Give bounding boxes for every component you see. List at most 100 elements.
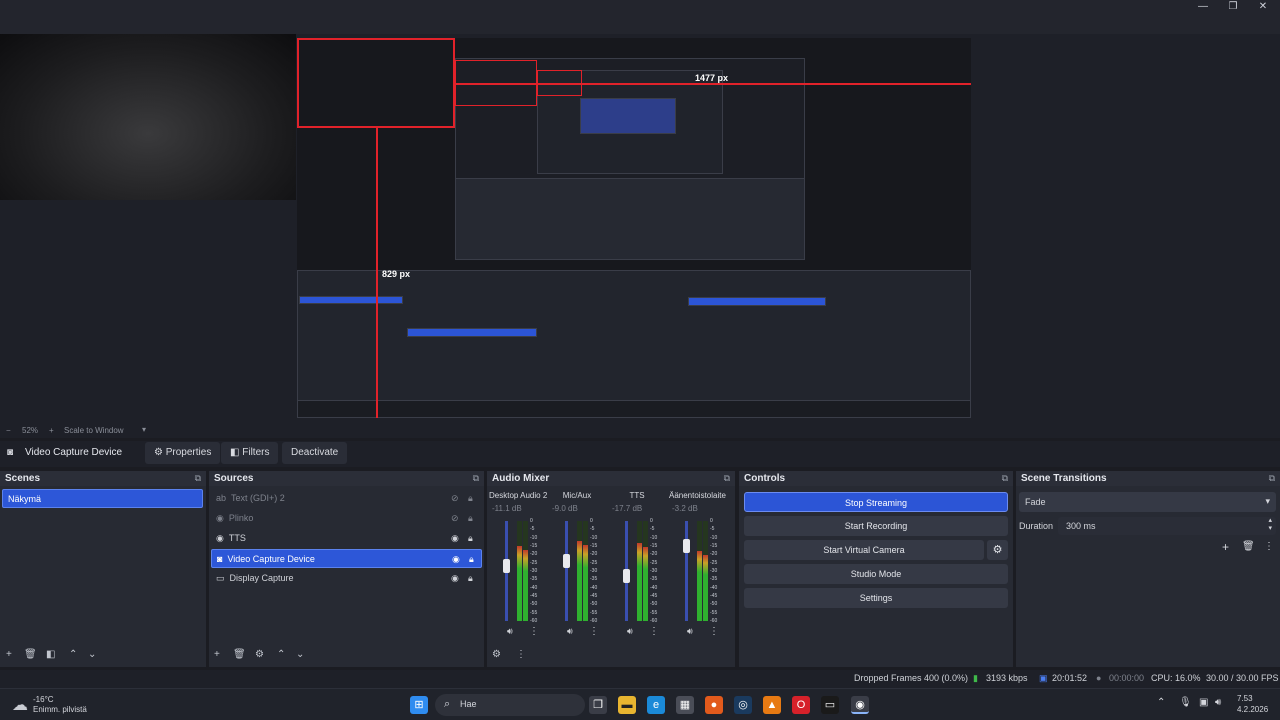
arrow-up-icon[interactable]: ⌃ [277,649,285,660]
windows-start-icon[interactable]: ⊞ [410,696,428,714]
source-item[interactable]: ▭ Display Capture ◉ 🔒︎ [211,569,482,588]
terminal-icon[interactable]: ▭ [821,696,839,714]
scale-tick-label: -40 [710,584,718,591]
fader-knob[interactable] [563,554,570,568]
eye-icon[interactable]: ◉ [451,569,459,588]
store-icon[interactable]: ▦ [676,696,694,714]
add-icon[interactable]: + [6,649,12,660]
menu-dots-icon[interactable]: ⋮ [516,649,526,660]
add-icon[interactable]: + [1222,540,1229,554]
preview-canvas[interactable]: 1477 px 829 px [297,38,971,418]
lock-icon[interactable]: 🔒︎ [468,529,473,548]
undock-icon[interactable]: ⧉ [473,471,479,486]
filters-button[interactable]: ◧ Filters [221,442,279,464]
task-view-icon[interactable]: ❐ [589,696,607,714]
minimize-button[interactable]: — [1188,0,1218,14]
chevron-up-icon[interactable]: ⌃ [1157,697,1165,708]
source-item[interactable]: ◉ TTS ◉ 🔒︎ [211,529,482,548]
guide-box-3 [537,70,582,96]
speaker-icon[interactable]: 🔊︎ [507,626,513,637]
mixer-settings-icon[interactable]: ⚙ [492,649,501,660]
menu-dots-icon[interactable]: ⋮ [1264,541,1274,552]
level-meter [697,551,702,621]
undock-icon[interactable]: ⧉ [1269,471,1275,486]
vlc-icon[interactable]: ▲ [763,696,781,714]
zoom-out-button[interactable]: − [6,426,11,435]
source-item[interactable]: ab Text (GDI+) 2 ⊘ 🔒︎ [211,489,482,508]
firefox-icon[interactable]: ● [705,696,723,714]
speaker-icon[interactable]: 🔊︎ [627,626,633,637]
arrow-down-icon[interactable]: ⌄ [88,649,96,660]
scale-tick-label: -40 [650,584,658,591]
lock-icon[interactable]: 🔒︎ [468,509,473,528]
volume-fader[interactable] [565,521,568,621]
start-virtual-camera-button[interactable]: Start Virtual Camera [744,540,984,560]
properties-button[interactable]: ⚙ Properties [145,442,221,464]
lock-icon[interactable]: 🔒︎ [468,569,473,588]
channel-db: -3.2 dB [672,504,698,513]
menu-dots-icon[interactable]: ⋮ [529,626,539,637]
undock-icon[interactable]: ⧉ [1002,471,1008,486]
menu-dots-icon[interactable]: ⋮ [709,626,719,637]
trash-icon[interactable]: 🗑 [1242,541,1255,552]
start-recording-button[interactable]: Start Recording [744,516,1008,536]
obs-icon[interactable]: ◉ [851,696,869,714]
scale-mode[interactable]: Scale to Window [64,426,124,435]
scene-transitions-dock: Scene Transitions ⧉ Fade ▾ Duration 300 m… [1016,471,1280,667]
steam-icon[interactable]: ◎ [734,696,752,714]
lock-icon[interactable]: 🔒︎ [468,489,473,508]
selection-box[interactable] [297,38,455,128]
eye-hidden-icon[interactable]: ⊘ [451,489,459,508]
volume-icon[interactable]: 🔊︎ [1215,697,1221,708]
duration-input[interactable]: 300 ms ▴ ▾ [1058,517,1276,535]
deactivate-button[interactable]: Deactivate [282,442,348,464]
menu-dots-icon[interactable]: ⋮ [649,626,659,637]
file-explorer-icon[interactable]: ▬ [618,696,636,714]
volume-fader[interactable] [685,521,688,621]
undock-icon[interactable]: ⧉ [195,471,201,486]
chevron-down-icon[interactable]: ▾ [142,425,146,434]
filter-icon[interactable]: ◧ [46,649,55,660]
lock-icon[interactable]: 🔒︎ [469,550,474,569]
taskbar-search[interactable]: ⌕ Hae [435,694,585,716]
add-icon[interactable]: + [214,649,220,660]
settings-button[interactable]: Settings [744,588,1008,608]
gear-icon[interactable]: ⚙ [987,540,1008,560]
opera-icon[interactable]: O [792,696,810,714]
speaker-icon[interactable]: 🔊︎ [567,626,573,637]
monitor-icon: ▭ [216,573,225,583]
clock-date[interactable]: 4.2.2026 [1237,705,1268,714]
arrow-down-icon[interactable]: ⌄ [296,649,304,660]
eye-icon[interactable]: ◉ [452,550,460,569]
fader-knob[interactable] [683,539,690,553]
restore-button[interactable]: ❐ [1218,0,1248,14]
fader-knob[interactable] [503,559,510,573]
filters-label: Filters [242,447,270,458]
scene-item[interactable]: Näkymä [2,489,203,508]
speaker-icon[interactable]: 🔊︎ [687,626,693,637]
zoom-in-button[interactable]: + [49,426,54,435]
source-item[interactable]: ◉ Plinko ⊘ 🔒︎ [211,509,482,528]
gear-icon[interactable]: ⚙ [255,649,264,660]
clock-time[interactable]: 7.53 [1237,694,1253,703]
close-button[interactable]: ✕ [1248,0,1278,14]
weather-icon[interactable]: ☁ [12,695,28,715]
eye-icon[interactable]: ◉ [451,529,459,548]
network-icon[interactable]: ▣ [1199,697,1208,708]
arrow-up-icon[interactable]: ⌃ [69,649,77,660]
weather-desc[interactable]: Enimm. pilvistä [33,705,87,714]
edge-icon[interactable]: e [647,696,665,714]
scale-tick-label: -55 [530,609,538,616]
mic-icon[interactable]: 🎙︎ [1179,697,1192,708]
weather-temp[interactable]: -16°C [33,695,54,704]
trash-icon[interactable]: 🗑 [233,649,246,660]
source-item[interactable]: ◙ Video Capture Device ◉ 🔒︎ [211,549,482,568]
fader-knob[interactable] [623,569,630,583]
menu-dots-icon[interactable]: ⋮ [589,626,599,637]
eye-hidden-icon[interactable]: ⊘ [451,509,459,528]
studio-mode-button[interactable]: Studio Mode [744,564,1008,584]
stepper-icon[interactable]: ▴ ▾ [1268,517,1272,533]
trash-icon[interactable]: 🗑 [24,649,37,660]
transition-select[interactable]: Fade ▾ [1019,492,1276,512]
stop-streaming-button[interactable]: Stop Streaming [744,492,1008,512]
